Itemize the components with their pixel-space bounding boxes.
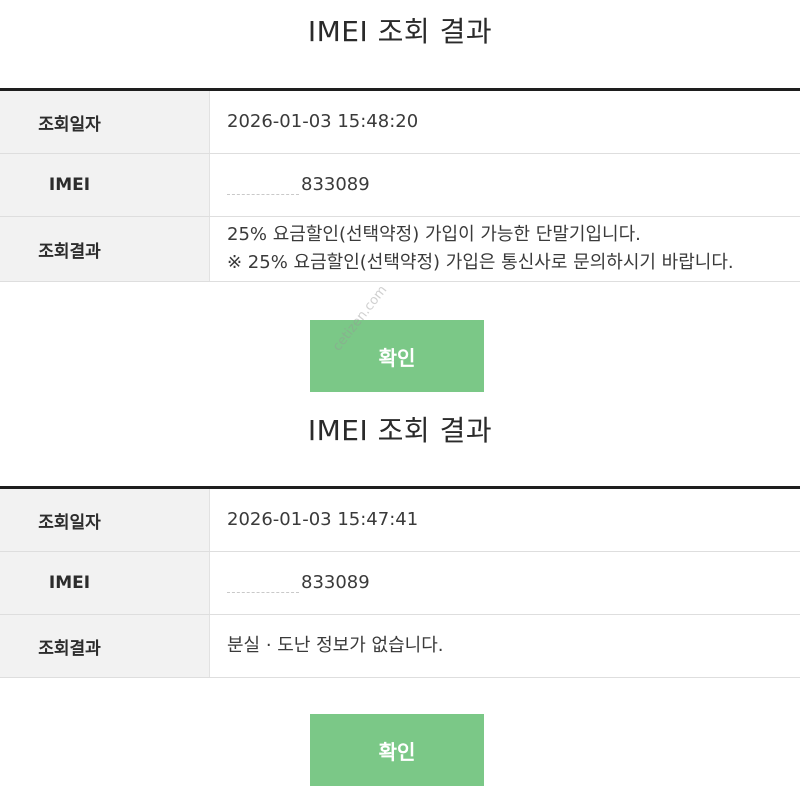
imei-visible-digits: 833089 bbox=[301, 174, 370, 195]
date-label: 조회일자 bbox=[0, 489, 210, 551]
table-row-imei: IMEI 833089 bbox=[0, 552, 800, 615]
imei-masked-redaction bbox=[227, 175, 299, 195]
date-text: 2026-01-03 15:48:20 bbox=[227, 111, 419, 132]
result-value: 분실 · 도난 정보가 없습니다. bbox=[210, 615, 800, 677]
result-label: 조회결과 bbox=[0, 615, 210, 677]
result-note-line: ※ 25% 요금할인(선택약정) 가입은 통신사로 문의하시기 바랍니다. bbox=[227, 252, 734, 273]
imei-visible-digits: 833089 bbox=[301, 572, 370, 593]
result-text-line: 분실 · 도난 정보가 없습니다. bbox=[227, 635, 444, 656]
imei-label: IMEI bbox=[0, 154, 210, 216]
result-value: 25% 요금할인(선택약정) 가입이 가능한 단말기입니다. ※ 25% 요금할… bbox=[210, 217, 800, 281]
result-table: 조회일자 2026-01-03 15:47:41 IMEI 833089 조회결… bbox=[0, 486, 800, 678]
page: IMEI 조회 결과 조회일자 2026-01-03 15:48:20 IMEI… bbox=[0, 0, 800, 800]
confirm-button[interactable]: 확인 bbox=[310, 320, 484, 392]
date-text: 2026-01-03 15:47:41 bbox=[227, 509, 419, 530]
imei-masked-redaction bbox=[227, 573, 299, 593]
result-table: 조회일자 2026-01-03 15:48:20 IMEI 833089 조회결… bbox=[0, 88, 800, 282]
table-row-date: 조회일자 2026-01-03 15:48:20 bbox=[0, 91, 800, 154]
imei-label: IMEI bbox=[0, 552, 210, 614]
confirm-button[interactable]: 확인 bbox=[310, 714, 484, 786]
imei-value: 833089 bbox=[210, 154, 800, 216]
table-row-imei: IMEI 833089 bbox=[0, 154, 800, 217]
page-title: IMEI 조회 결과 bbox=[307, 414, 493, 447]
result-text-line: 25% 요금할인(선택약정) 가입이 가능한 단말기입니다. bbox=[227, 224, 641, 245]
imei-value: 833089 bbox=[210, 552, 800, 614]
table-row-result: 조회결과 분실 · 도난 정보가 없습니다. bbox=[0, 615, 800, 678]
confirm-area: 확인 bbox=[0, 282, 800, 412]
imei-result-panel-1: IMEI 조회 결과 조회일자 2026-01-03 15:48:20 IMEI… bbox=[0, 0, 800, 412]
imei-result-panel-2: IMEI 조회 결과 조회일자 2026-01-03 15:47:41 IMEI… bbox=[0, 400, 800, 800]
date-value: 2026-01-03 15:48:20 bbox=[210, 91, 800, 153]
date-label: 조회일자 bbox=[0, 91, 210, 153]
confirm-area: 확인 bbox=[0, 678, 800, 800]
page-title: IMEI 조회 결과 bbox=[307, 15, 493, 48]
table-row-date: 조회일자 2026-01-03 15:47:41 bbox=[0, 489, 800, 552]
result-label: 조회결과 bbox=[0, 217, 210, 281]
table-row-result: 조회결과 25% 요금할인(선택약정) 가입이 가능한 단말기입니다. ※ 25… bbox=[0, 217, 800, 282]
date-value: 2026-01-03 15:47:41 bbox=[210, 489, 800, 551]
